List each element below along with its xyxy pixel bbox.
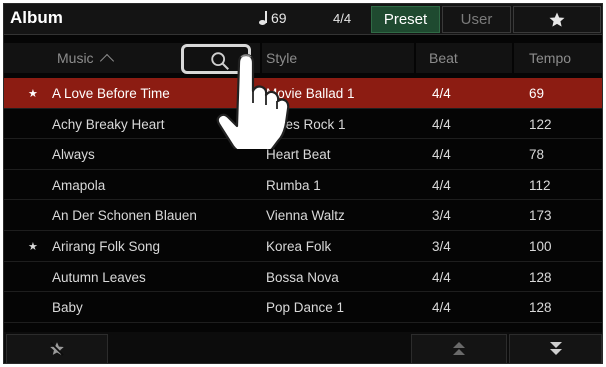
song-name: Achy Breaky Heart [52,116,165,132]
song-style: Vienna Waltz [266,208,345,224]
page-down-button[interactable] [509,334,602,363]
tempo-value: 69 [271,10,287,26]
song-tempo: 173 [529,208,552,224]
song-style: Heart Beat [266,147,331,163]
song-list: ★ A Love Before Time Movie Ballad 1 4/4 69 Ac… [4,78,602,323]
song-tempo: 100 [529,238,552,254]
song-tempo: 112 [529,177,551,193]
page-up-icon [453,342,465,355]
song-name: Baby [52,300,83,316]
bottom-bar [4,332,602,363]
touch-hand-icon [216,53,290,149]
column-tempo-label: Tempo [529,50,572,66]
unfavorite-button[interactable] [6,334,108,363]
page-title: Album [10,8,63,27]
column-beat-label: Beat [429,50,458,66]
album-screen: Album 69 4/4 Preset User Music Style Bea… [3,3,603,364]
song-name: Arirang Folk Song [52,238,161,254]
column-music-label: Music [57,50,94,66]
song-row[interactable]: Autumn Leaves Bossa Nova 4/4 128 [4,262,602,293]
song-tempo: 128 [529,269,552,285]
song-name: A Love Before Time [52,86,170,101]
top-bar: Album 69 4/4 Preset User [4,4,602,35]
song-beat: 4/4 [432,269,451,285]
song-name: Autumn Leaves [52,269,146,285]
song-beat: 4/4 [432,86,451,101]
song-beat: 4/4 [432,177,451,193]
song-beat: 4/4 [432,116,451,132]
song-name: Always [52,147,95,163]
tab-preset[interactable]: Preset [371,6,440,33]
song-name: An Der Schonen Blauen [52,208,197,224]
song-row[interactable]: ★ A Love Before Time Movie Ballad 1 4/4 69 [4,78,602,109]
song-style: Rumba 1 [266,177,321,193]
time-signature: 4/4 [333,11,352,26]
song-beat: 3/4 [432,238,451,254]
song-row[interactable]: ★ Arirang Folk Song Korea Folk 3/4 100 [4,231,602,262]
sort-ascending-icon [99,53,114,69]
song-row[interactable]: Amapola Rumba 1 4/4 112 [4,170,602,201]
song-row[interactable]: Baby Pop Dance 1 4/4 128 [4,292,602,323]
page-up-button[interactable] [411,334,507,363]
song-style: Pop Dance 1 [266,300,345,316]
page-down-icon [549,342,562,355]
song-tempo: 78 [529,147,545,163]
star-icon [549,12,565,27]
favorite-star-icon: ★ [28,88,38,100]
tempo-indicator: 69 [259,10,287,26]
song-tempo: 69 [529,86,545,101]
favorite-star-icon: ★ [28,240,38,253]
song-style: Bossa Nova [266,269,339,285]
quarter-note-icon [259,11,269,25]
column-tempo[interactable]: Tempo [514,43,602,73]
song-row[interactable]: Always Heart Beat 4/4 78 [4,139,602,170]
tab-favorites[interactable] [513,6,601,33]
song-beat: 3/4 [432,208,451,224]
column-beat[interactable]: Beat [416,43,512,73]
song-row[interactable]: Achy Breaky Heart Blues Rock 1 4/4 122 [4,109,602,140]
column-header: Music Style Beat Tempo [4,43,602,74]
song-beat: 4/4 [432,300,451,316]
song-tempo: 128 [529,300,552,316]
song-beat: 4/4 [432,147,451,163]
tab-user[interactable]: User [442,6,511,33]
song-style: Korea Folk [266,238,332,254]
song-name: Amapola [52,177,106,193]
song-row[interactable]: An Der Schonen Blauen Vienna Waltz 3/4 173 [4,200,602,231]
song-tempo: 122 [529,116,552,132]
star-remove-icon [50,342,64,356]
